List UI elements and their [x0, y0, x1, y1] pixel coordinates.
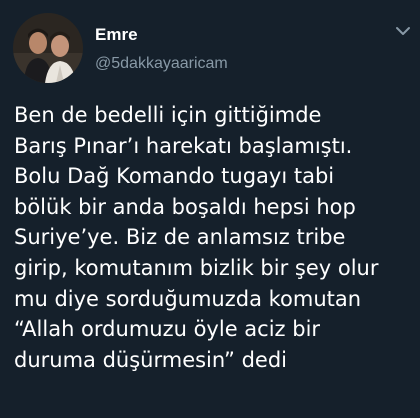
- tweet-text-line: duruma düşürmesin” dedi: [14, 347, 288, 372]
- author-handle[interactable]: @5dakkayaaricam: [95, 54, 228, 74]
- tweet-text-line: girip, komutanım bizlik bir şey olur: [14, 255, 379, 280]
- avatar[interactable]: [13, 13, 83, 83]
- tweet-text-line: Suriye’ye. Biz de anlamsız tribe: [14, 225, 346, 250]
- tweet-text-line: Barış Pınar’ı harekatı başlamıştı.: [14, 133, 353, 158]
- tweet-card: Emre @5dakkayaaricam Ben de bedelli için…: [0, 0, 420, 418]
- profile-photo-icon: [13, 13, 83, 83]
- tweet-text: Ben de bedelli için gittiğimde Barış Pın…: [14, 100, 420, 375]
- tweet-text-line: mu diye sorduğumuzda komutan: [14, 286, 362, 311]
- tweet-text-line: bölük bir anda boşaldı hepsi hop: [14, 194, 356, 219]
- tweet-text-line: “Allah ordumuzu öyle aciz bir: [14, 317, 321, 342]
- chevron-down-icon[interactable]: [394, 22, 412, 40]
- author-display-name[interactable]: Emre: [95, 25, 138, 45]
- tweet-text-line: Ben de bedelli için gittiğimde: [14, 103, 322, 127]
- tweet-text-line: Bolu Dağ Komando tugayı tabi: [14, 164, 335, 189]
